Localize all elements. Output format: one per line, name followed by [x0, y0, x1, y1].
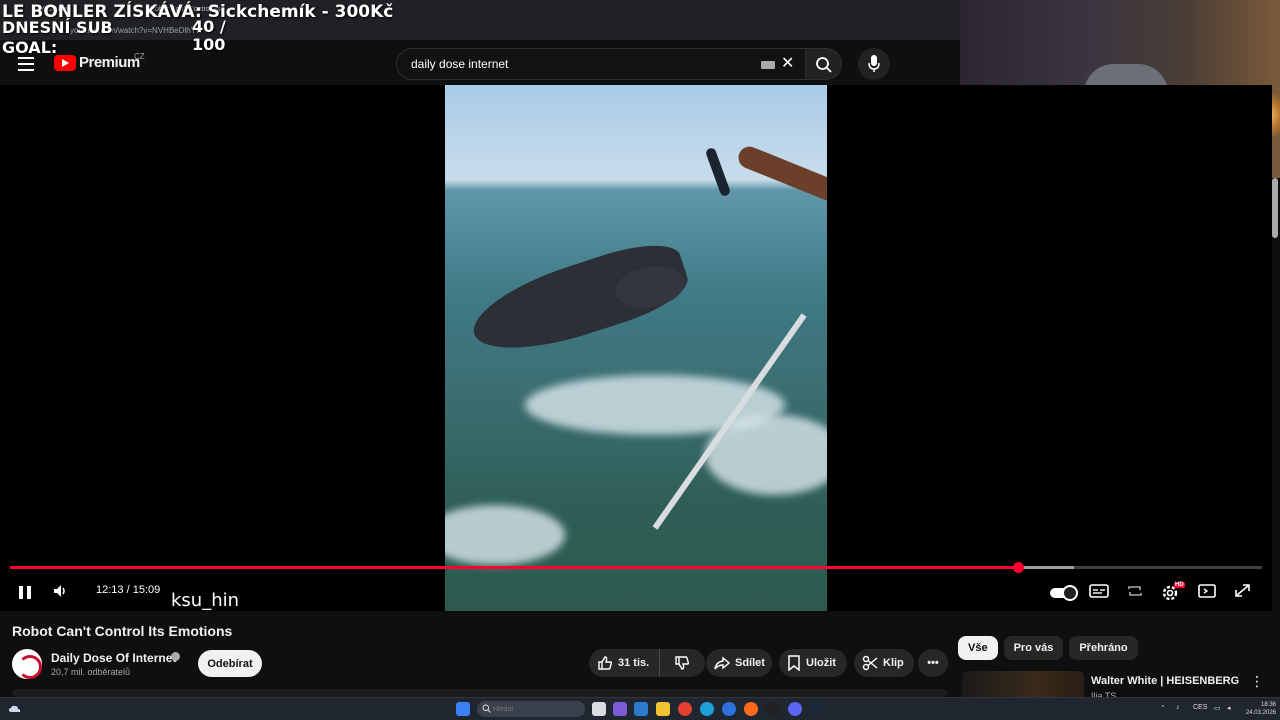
recommendation-chips: Vše Pro vás Přehráno	[958, 636, 1144, 660]
mic-tray-icon[interactable]: ♪	[1176, 704, 1180, 711]
like-dislike-pill: 31 tis.	[589, 649, 705, 677]
progress-bar[interactable]	[10, 562, 1262, 573]
dislike-button[interactable]	[660, 649, 701, 677]
channel-name[interactable]: Daily Dose Of Internet	[51, 651, 176, 665]
theater-mode-icon[interactable]	[1196, 582, 1222, 604]
verified-check-icon	[171, 652, 180, 661]
player-controls: 12:13 / 15:09 HD	[0, 578, 1272, 606]
channel-avatar[interactable]	[12, 649, 42, 679]
video-frame	[445, 85, 827, 611]
more-actions-button[interactable]: •••	[918, 649, 948, 677]
like-button[interactable]: 31 tis.	[589, 649, 661, 677]
volume-icon[interactable]	[52, 582, 74, 604]
keyboard-icon[interactable]	[761, 61, 775, 69]
share-button[interactable]: Sdílet	[706, 649, 772, 677]
hd-badge: HD	[1174, 582, 1185, 588]
fullscreen-icon[interactable]	[1232, 582, 1258, 604]
taskbar-search	[477, 701, 585, 717]
windows-start-icon[interactable]	[456, 702, 470, 716]
search-icon	[816, 57, 832, 73]
file-explorer-icon[interactable]	[656, 702, 670, 716]
loop-icon[interactable]	[1124, 582, 1150, 604]
clock-date: 24.03.2026	[1245, 710, 1276, 716]
sub-goal-value: 40 / 100	[192, 17, 226, 54]
tray-chevron-icon[interactable]: ⌃	[1160, 704, 1166, 712]
widgets-icon[interactable]	[613, 702, 627, 716]
voice-search-button[interactable]	[858, 48, 890, 80]
autoplay-toggle[interactable]	[1050, 582, 1078, 604]
thumbs-up-icon	[598, 656, 613, 670]
weather-icon[interactable]	[8, 702, 22, 716]
store-icon[interactable]	[634, 702, 648, 716]
pause-icon[interactable]	[16, 582, 38, 604]
bookmark-icon	[788, 655, 800, 671]
scissors-icon	[862, 655, 878, 671]
search-button[interactable]	[806, 48, 842, 80]
language-indicator[interactable]: CES	[1193, 704, 1207, 711]
search-icon	[482, 704, 491, 713]
human-arm	[735, 143, 827, 209]
water-foam	[445, 505, 565, 565]
youtube-header: Premium CZ ✕	[0, 44, 960, 84]
video-player[interactable]	[0, 85, 1272, 611]
thumbs-down-icon	[675, 656, 690, 670]
clip-label: Klip	[883, 657, 904, 669]
more-horizontal-icon: •••	[927, 657, 939, 669]
clear-search-icon[interactable]: ✕	[781, 56, 794, 72]
microphone-icon	[868, 55, 880, 72]
scrubber-handle[interactable]	[1012, 562, 1024, 573]
page-scrollbar[interactable]	[1272, 178, 1278, 238]
video-title: Robot Can't Control Its Emotions	[12, 623, 233, 639]
taskbar-search-input[interactable]	[493, 702, 581, 716]
task-view-icon[interactable]	[592, 702, 606, 716]
steam-icon[interactable]	[810, 702, 824, 716]
subscriber-count: 20,7 mil. odběratelů	[51, 667, 131, 677]
country-code: CZ	[134, 52, 145, 61]
stream-overlay: LE BONLER ZÍSKÁVÁ: Sickchemík - 300Kč DN…	[2, 4, 393, 58]
chrome-icon[interactable]	[678, 702, 692, 716]
search-box: ✕	[396, 48, 806, 80]
app-icon[interactable]	[722, 702, 736, 716]
chip-watched[interactable]: Přehráno	[1069, 636, 1138, 660]
recommendation-title[interactable]: Walter White | HEISENBERG	[1091, 675, 1239, 687]
more-vertical-icon[interactable]: ⋮	[1250, 673, 1264, 690]
clip-button[interactable]: Klip	[854, 649, 914, 677]
recommendation-item[interactable]: Walter White | HEISENBERG Ilja TS ⋮	[962, 671, 1280, 701]
current-time: 12:13	[96, 584, 124, 596]
like-count: 31 tis.	[618, 657, 650, 669]
chip-for-you[interactable]: Pro vás	[1003, 636, 1064, 660]
time-separator: /	[123, 584, 133, 596]
taskbar-clock[interactable]: 18:36 24.03.2026	[1238, 701, 1276, 717]
share-icon	[714, 656, 730, 670]
network-icon[interactable]: ▭	[1214, 704, 1221, 712]
sub-goal-label: DNESNÍ SUB GOAL:	[2, 18, 113, 57]
save-label: Uložit	[806, 657, 836, 669]
speaker-icon[interactable]: ◂	[1227, 704, 1231, 712]
obs-icon[interactable]	[766, 702, 780, 716]
settings-gear-icon[interactable]: HD	[1160, 582, 1186, 604]
fish	[704, 146, 732, 198]
recommendation-thumbnail[interactable]	[962, 671, 1084, 698]
played-bar	[10, 566, 1018, 569]
save-button[interactable]: Uložit	[779, 649, 847, 677]
hamburger-menu-icon[interactable]	[18, 57, 34, 71]
time-display: 12:13 / 15:09	[96, 584, 160, 596]
chip-all[interactable]: Vše	[958, 636, 998, 660]
subtitles-icon[interactable]	[1088, 582, 1114, 604]
search-input[interactable]	[411, 55, 751, 73]
edge-icon[interactable]	[700, 702, 714, 716]
share-label: Sdílet	[735, 657, 765, 669]
discord-icon[interactable]	[788, 702, 802, 716]
clock-time: 18:36	[1260, 702, 1276, 708]
video-info-section: Robot Can't Control Its Emotions Daily D…	[0, 611, 960, 697]
subscribe-button[interactable]: Odebírat	[198, 650, 262, 677]
autoplay-knob	[1062, 585, 1078, 601]
brave-icon[interactable]	[744, 702, 758, 716]
duration: 15:09	[132, 584, 161, 596]
description-box[interactable]	[12, 689, 947, 697]
windows-taskbar: ⌃ ♪ CES ▭ ◂ 18:36 24.03.2026	[0, 697, 1280, 720]
